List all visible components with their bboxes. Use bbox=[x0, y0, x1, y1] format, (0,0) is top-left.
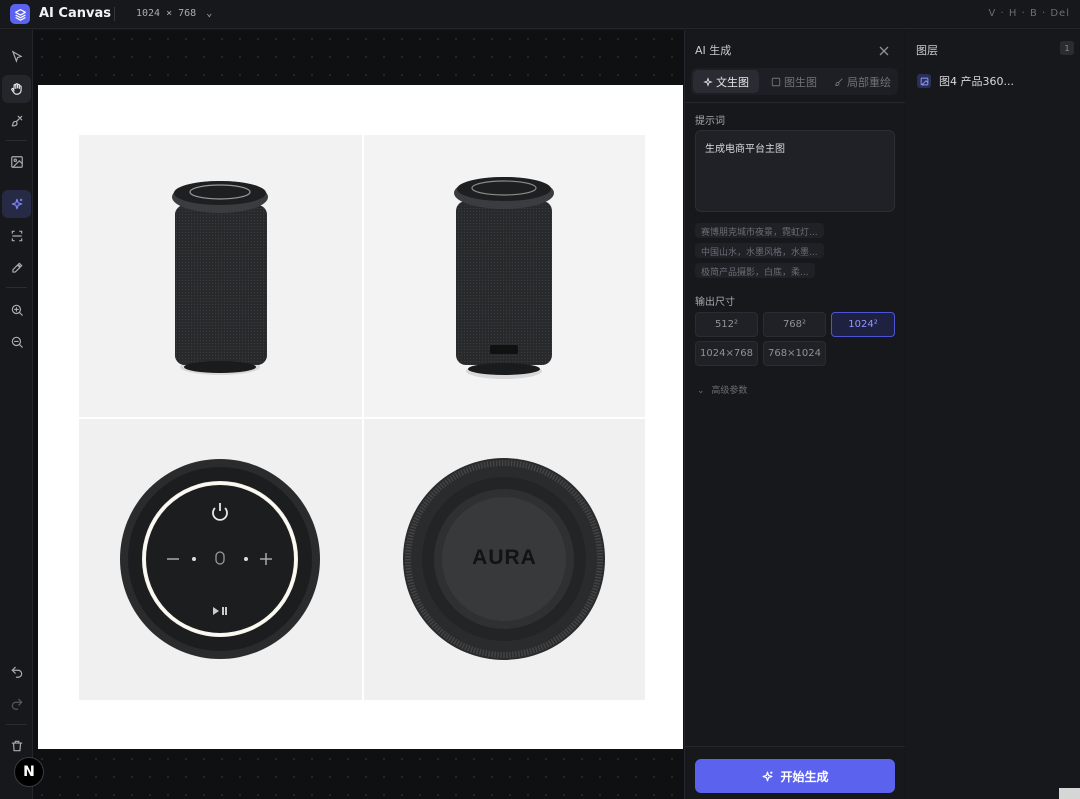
generate-label: 开始生成 bbox=[780, 769, 829, 784]
product-photo-back bbox=[364, 135, 645, 417]
shortcut-hints: V · H · B · Del bbox=[988, 8, 1070, 19]
cursor-icon bbox=[11, 50, 23, 63]
size-option-768[interactable]: 768² bbox=[763, 312, 826, 337]
canvas-workspace[interactable]: AURA bbox=[33, 30, 684, 799]
size-label: 输出尺寸 bbox=[695, 297, 735, 308]
suggestion-chip[interactable]: 赛博朋克城市夜景，霓虹灯... bbox=[695, 223, 824, 238]
tab-label: 文生图 bbox=[716, 75, 749, 89]
dropper-icon bbox=[11, 262, 22, 273]
mode-tabs: 文生图 图生图 局部重绘 bbox=[691, 68, 898, 95]
tool-sidebar bbox=[0, 30, 33, 799]
brand-logo: AURA bbox=[472, 546, 537, 569]
redo-icon bbox=[11, 698, 22, 710]
size-option-512[interactable]: 512² bbox=[695, 312, 758, 337]
tab-inpaint[interactable]: 局部重绘 bbox=[829, 70, 896, 93]
sparkles-icon bbox=[11, 198, 22, 210]
chevron-down-icon: ⌄ bbox=[206, 8, 213, 19]
close-icon[interactable] bbox=[879, 41, 889, 60]
zoom-in-button[interactable] bbox=[2, 296, 31, 324]
layers-panel: 图层 1 图4 产品360... bbox=[905, 30, 1080, 799]
sparkles-icon bbox=[703, 76, 713, 87]
select-tool-button[interactable] bbox=[2, 43, 31, 71]
size-option-768x1024[interactable]: 768×1024 bbox=[763, 341, 826, 366]
ai-generate-panel: AI 生成 文生图 图生图 局部重绘 提示词 生成电商平台主图 赛博朋克城市夜景… bbox=[684, 30, 905, 799]
undo-icon bbox=[11, 666, 22, 678]
crop-tool-button[interactable] bbox=[2, 222, 31, 250]
app-logo-icon bbox=[10, 4, 30, 24]
image-icon bbox=[10, 156, 23, 168]
image-layer-icon bbox=[917, 74, 931, 88]
canvas-size-value: 1024 × 768 bbox=[136, 8, 197, 19]
ai-generate-tool-button[interactable] bbox=[2, 190, 31, 218]
next-badge[interactable]: N bbox=[14, 757, 44, 787]
trash-icon bbox=[11, 740, 22, 752]
suggestion-chip[interactable]: 极简产品摄影，白底，柔... bbox=[695, 263, 815, 278]
tab-label: 局部重绘 bbox=[847, 75, 891, 89]
generate-button[interactable]: 开始生成 bbox=[695, 759, 895, 793]
tab-image-to-image[interactable]: 图生图 bbox=[761, 70, 827, 93]
size-option-1024[interactable]: 1024² bbox=[831, 312, 895, 337]
divider bbox=[114, 7, 115, 21]
brush-icon bbox=[11, 115, 22, 127]
zoom-in-icon bbox=[11, 304, 23, 316]
crop-icon bbox=[11, 230, 22, 242]
redo-button[interactable] bbox=[2, 690, 31, 718]
toolbar-divider bbox=[6, 724, 27, 725]
brush-icon bbox=[835, 77, 843, 86]
sparkles-icon bbox=[763, 771, 773, 781]
advanced-params-toggle[interactable]: ⌄ 高级参数 bbox=[697, 383, 747, 396]
canvas-size-dropdown[interactable]: 1024 × 768 ⌄ bbox=[136, 8, 212, 19]
undo-button[interactable] bbox=[2, 658, 31, 686]
layers-title: 图层 bbox=[916, 44, 938, 57]
dropper-tool-button[interactable] bbox=[2, 254, 31, 282]
toolbar-divider bbox=[6, 140, 27, 141]
divider bbox=[685, 102, 905, 103]
corner-widget bbox=[1059, 788, 1080, 799]
layer-name: 图4 产品360... bbox=[939, 75, 1014, 88]
image-tool-button[interactable] bbox=[2, 148, 31, 176]
chevron-down-icon: ⌄ bbox=[697, 386, 705, 396]
product-photo-top bbox=[79, 419, 362, 700]
layers-count-badge: 1 bbox=[1060, 41, 1074, 55]
app-title: AI Canvas bbox=[39, 6, 111, 21]
product-photo-bottom: AURA bbox=[364, 419, 645, 700]
tab-text-to-image[interactable]: 文生图 bbox=[693, 70, 759, 93]
product-photo-front bbox=[79, 135, 362, 417]
suggestion-chip[interactable]: 中国山水，水墨风格，水墨... bbox=[695, 243, 824, 258]
panel-title: AI 生成 bbox=[695, 44, 732, 57]
artboard[interactable]: AURA bbox=[38, 85, 683, 749]
prompt-label: 提示词 bbox=[695, 116, 725, 127]
size-option-1024x768[interactable]: 1024×768 bbox=[695, 341, 758, 366]
delete-button[interactable] bbox=[2, 732, 31, 760]
zoom-out-icon bbox=[11, 336, 23, 348]
hand-icon bbox=[10, 83, 22, 95]
advanced-label: 高级参数 bbox=[711, 386, 748, 396]
tab-label: 图生图 bbox=[784, 75, 817, 89]
prompt-textarea[interactable]: 生成电商平台主图 bbox=[695, 130, 895, 212]
image-swap-icon bbox=[771, 77, 781, 86]
layer-item[interactable]: 图4 产品360... bbox=[911, 68, 1074, 94]
toolbar-divider bbox=[6, 287, 27, 288]
brush-tool-button[interactable] bbox=[2, 107, 31, 135]
zoom-out-button[interactable] bbox=[2, 328, 31, 356]
top-bar: AI Canvas 1024 × 768 ⌄ V · H · B · Del bbox=[0, 0, 1080, 29]
hand-tool-button[interactable] bbox=[2, 75, 31, 103]
divider bbox=[685, 746, 905, 747]
